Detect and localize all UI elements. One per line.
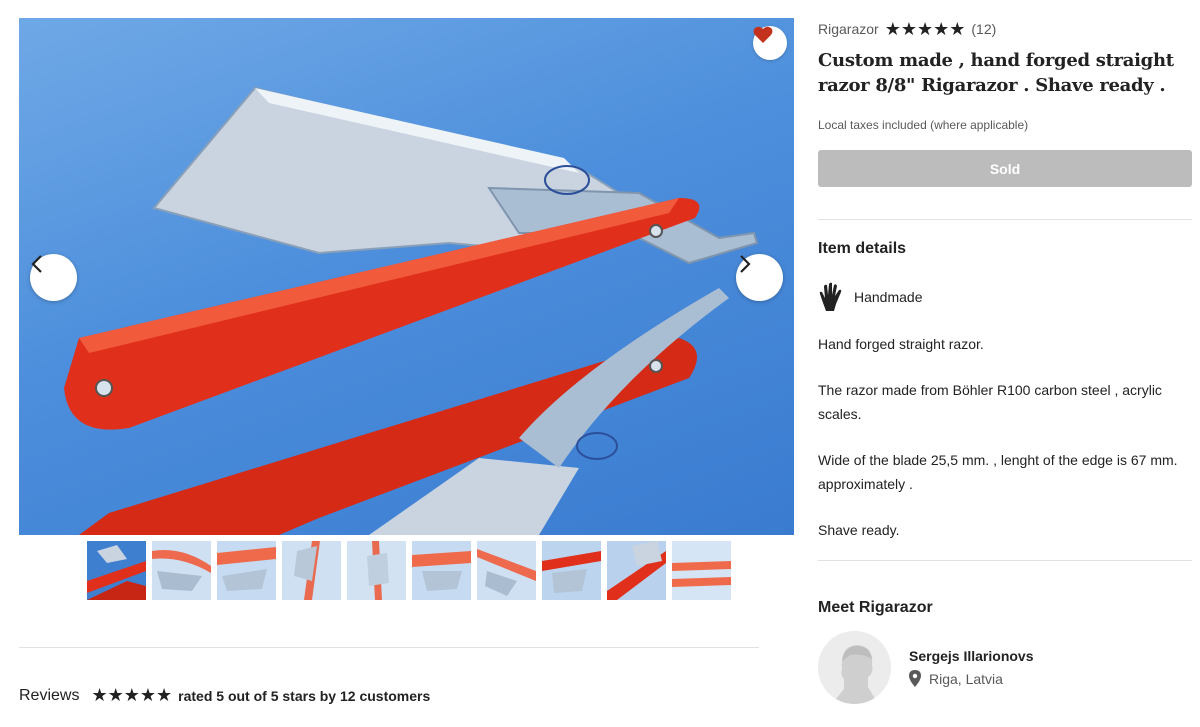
divider [818, 219, 1192, 220]
sold-button[interactable]: Sold [818, 150, 1192, 187]
handmade-badge: Handmade [818, 282, 1192, 312]
heart-icon [753, 26, 773, 43]
favorite-button[interactable] [753, 26, 787, 60]
description-paragraph-1: Hand forged straight razor. [818, 336, 984, 352]
avatar[interactable] [818, 631, 891, 704]
review-count[interactable]: (12) [971, 21, 996, 37]
seller-card: Sergejs Illarionovs Riga, Latvia [818, 631, 1192, 704]
main-product-image[interactable] [19, 18, 794, 535]
thumbnail-5[interactable] [347, 541, 406, 600]
divider [19, 647, 759, 648]
thumbnail-strip [87, 541, 731, 600]
reviews-heading: Reviews [19, 686, 80, 704]
seller-photo [818, 631, 891, 704]
listing-title: Custom made , hand forged straight razor… [818, 50, 1174, 96]
reviews-stars: ★★★★★ [91, 685, 173, 705]
seller-location: Riga, Latvia [909, 670, 1034, 687]
thumbnail-3[interactable] [217, 541, 276, 600]
handmade-label: Handmade [854, 289, 923, 305]
description-paragraph-4: Shave ready. [818, 522, 900, 538]
seller-name[interactable]: Sergejs Illarionovs [909, 648, 1034, 664]
shop-name-link[interactable]: Rigarazor [818, 21, 879, 37]
listing-info-panel: Rigarazor ★★★★★ (12) Custom made , hand … [818, 18, 1192, 704]
seller-info: Sergejs Illarionovs Riga, Latvia [909, 648, 1034, 687]
reviews-summary-text: rated 5 out of 5 stars by 12 customers [178, 687, 431, 704]
previous-image-button[interactable] [30, 254, 77, 301]
seller-location-text: Riga, Latvia [929, 670, 1003, 687]
reviews-summary: Reviews ★★★★★ rated 5 out of 5 stars by … [19, 685, 430, 706]
shop-rating-line: Rigarazor ★★★★★ (12) [818, 18, 1192, 40]
chevron-left-icon [31, 255, 42, 273]
thumbnail-1[interactable] [87, 541, 146, 600]
location-pin-icon [909, 670, 921, 687]
meet-seller-heading: Meet Rigarazor [818, 599, 933, 616]
description-paragraph-2: The razor made from Böhler R100 carbon s… [818, 382, 1162, 422]
item-details-heading[interactable]: Item details [818, 240, 1192, 258]
thumbnail-10[interactable] [672, 541, 731, 600]
thumbnail-8[interactable] [542, 541, 601, 600]
chevron-right-icon [740, 255, 751, 273]
next-image-button[interactable] [736, 254, 783, 301]
divider [818, 560, 1192, 561]
thumbnail-9[interactable] [607, 541, 666, 600]
tax-note: Local taxes included (where applicable) [818, 118, 1029, 132]
thumbnail-7[interactable] [477, 541, 536, 600]
shop-rating-stars: ★★★★★ [884, 18, 966, 39]
thumbnail-6[interactable] [412, 541, 471, 600]
razor-photo [64, 86, 759, 535]
description-paragraph-3: Wide of the blade 25,5 mm. , lenght of t… [818, 452, 1178, 492]
thumbnail-2[interactable] [152, 541, 211, 600]
hand-icon [819, 282, 842, 311]
thumbnail-4[interactable] [282, 541, 341, 600]
